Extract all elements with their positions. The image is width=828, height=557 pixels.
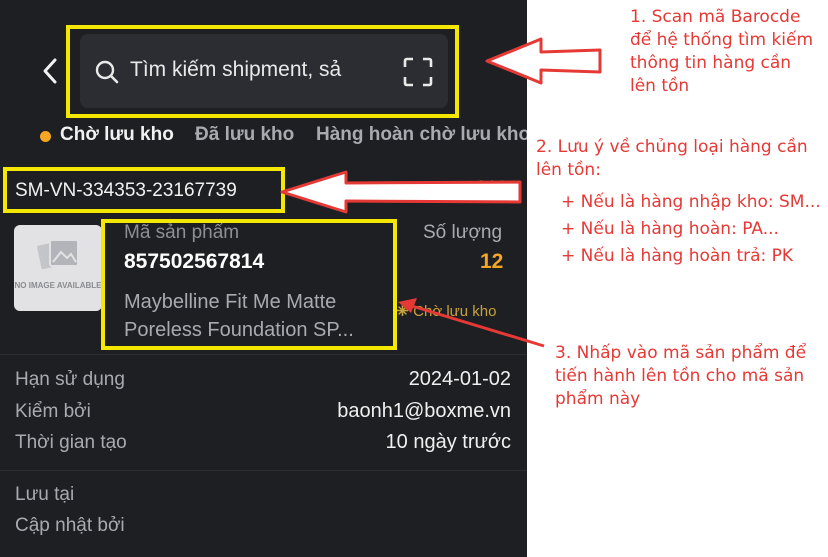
annotation-2-item-2: + Nếu là hàng hoàn: PA...: [561, 219, 779, 239]
annotation-1: 1. Scan mã Barocde để hệ thống tìm kiếm …: [630, 7, 814, 96]
arrow-to-search: [485, 37, 602, 85]
annotation-2-item-3: + Nếu là hàng hoàn trả: PK: [561, 246, 794, 266]
arrow-to-product: [411, 304, 545, 348]
annotation-2-title: 2. Lưu ý về chủng loại hàng cần lên tồn:: [536, 137, 808, 180]
arrow-to-shipment: [280, 170, 522, 214]
annotation-2-item-1: + Nếu là hàng nhập kho: SM...: [561, 192, 821, 212]
annotation-3: 3. Nhấp vào mã sản phẩm để tiến hành lên…: [555, 343, 807, 409]
